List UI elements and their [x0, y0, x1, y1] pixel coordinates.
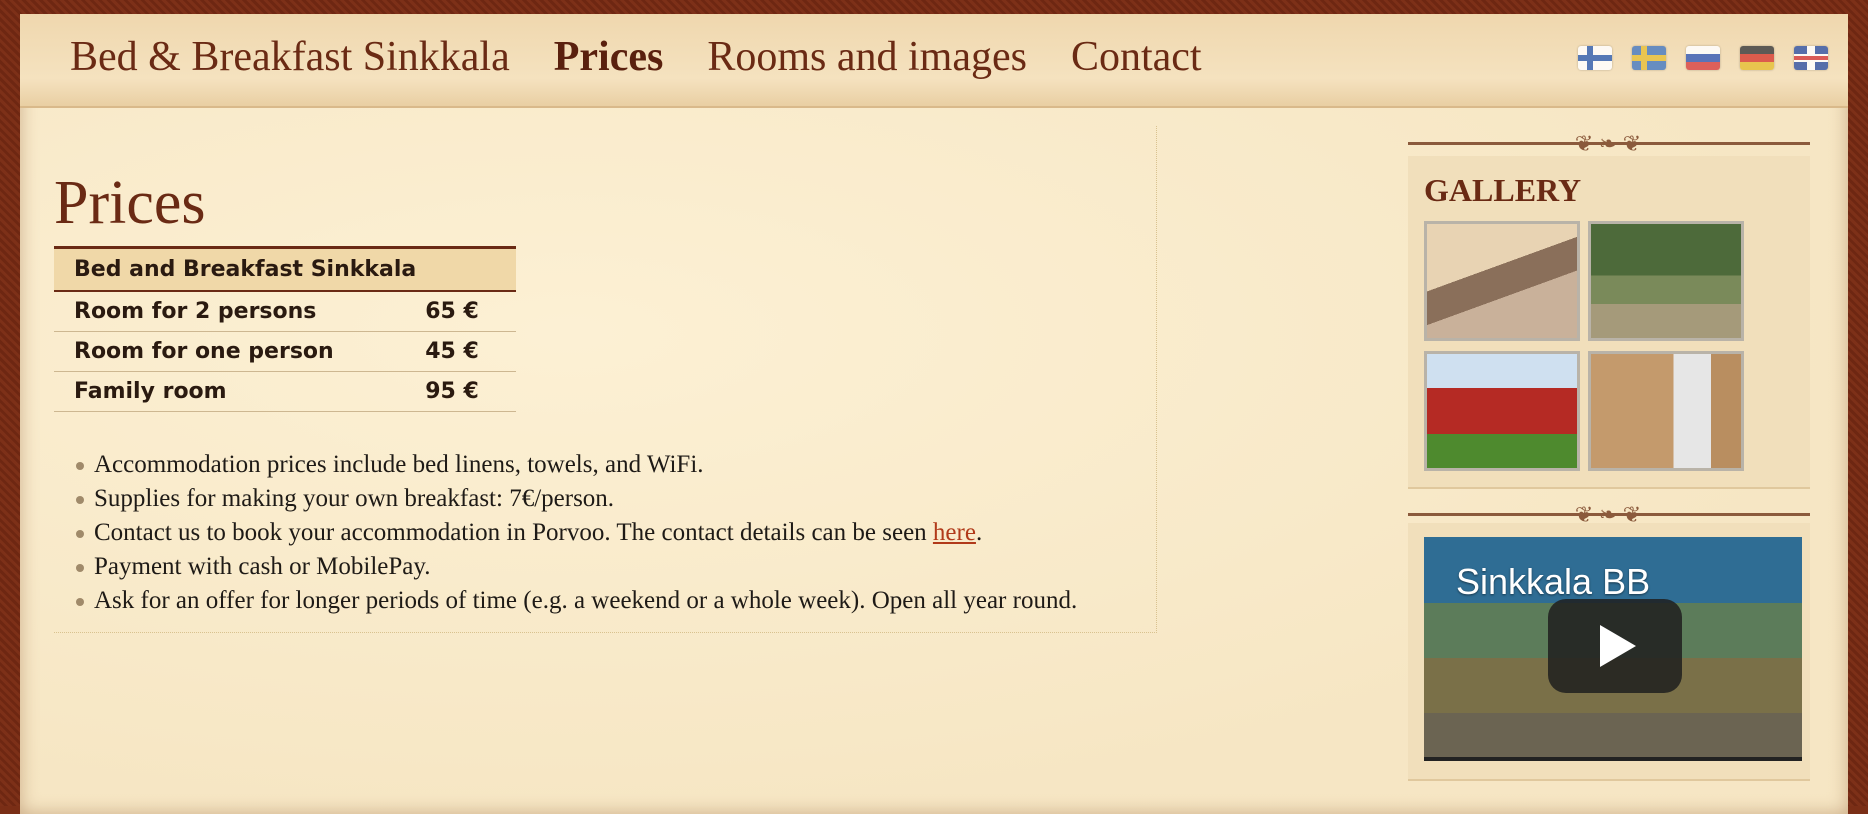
sweden-flag-icon[interactable]: [1632, 46, 1666, 70]
room-price: 45 €: [415, 331, 516, 372]
note-text: Supplies for making your own breakfast: …: [94, 485, 615, 512]
list-item: Payment with cash or MobilePay.: [74, 550, 1077, 584]
gallery-title: GALLERY: [1424, 172, 1582, 208]
main-content: Prices Bed and Breakfast Sinkkala Room f…: [54, 126, 1157, 633]
ornament-divider: ❦ ❧ ❦: [1408, 503, 1810, 527]
list-item: Supplies for making your own breakfast: …: [74, 482, 1077, 516]
nav-item-contact[interactable]: Contact: [1071, 32, 1202, 82]
list-item: Ask for an offer for longer periods of t…: [74, 584, 1077, 618]
contact-link[interactable]: here: [933, 519, 976, 546]
gallery-thumbnail[interactable]: [1588, 351, 1744, 471]
language-switcher: [1578, 46, 1828, 70]
table-row: Room for one person 45 €: [54, 331, 516, 372]
finland-flag-icon[interactable]: [1578, 46, 1612, 70]
room-name: Family room: [54, 371, 416, 412]
price-notes-list: Accommodation prices include bed linens,…: [74, 448, 1077, 618]
price-table-header: Bed and Breakfast Sinkkala: [54, 246, 516, 292]
table-row: Room for 2 persons 65 €: [54, 291, 516, 332]
gallery-widget: GALLERY: [1408, 156, 1810, 489]
list-item: Accommodation prices include bed linens,…: [74, 448, 1077, 482]
table-row: Family room 95 €: [54, 371, 516, 412]
play-icon[interactable]: [1548, 599, 1682, 693]
ornament-divider: ❦ ❧ ❦: [1408, 132, 1810, 156]
gallery-thumbnail[interactable]: [1588, 221, 1744, 341]
main-nav: Bed & Breakfast Sinkkala Prices Rooms an…: [70, 32, 1202, 82]
video-widget: ❦ ❧ ❦ Sinkkala BB: [1408, 503, 1810, 781]
nav-item-rooms[interactable]: Rooms and images: [707, 32, 1027, 82]
note-text: Payment with cash or MobilePay.: [94, 553, 431, 580]
room-name: Room for 2 persons: [54, 291, 416, 332]
gallery-thumbnails: [1424, 221, 1794, 471]
flourish-icon: ❦ ❧ ❦: [1574, 502, 1642, 527]
room-name: Room for one person: [54, 331, 416, 372]
gallery-thumbnail[interactable]: [1424, 351, 1580, 471]
note-suffix: .: [975, 519, 983, 546]
gallery-thumbnail[interactable]: [1424, 221, 1580, 341]
room-price: 65 €: [415, 291, 516, 332]
site-header: Bed & Breakfast Sinkkala Prices Rooms an…: [20, 14, 1848, 108]
video-player[interactable]: Sinkkala BB: [1424, 537, 1802, 761]
note-text: Accommodation prices include bed linens,…: [94, 451, 704, 478]
room-price: 95 €: [415, 371, 516, 412]
nav-item-prices[interactable]: Prices: [554, 32, 664, 82]
note-text: Contact us to book your accommodation in…: [94, 519, 933, 546]
video-title: Sinkkala BB: [1456, 561, 1651, 602]
list-item: Contact us to book your accommodation in…: [74, 516, 1077, 550]
uk-flag-icon[interactable]: [1794, 46, 1828, 70]
russia-flag-icon[interactable]: [1686, 46, 1720, 70]
germany-flag-icon[interactable]: [1740, 46, 1774, 70]
page: Bed & Breakfast Sinkkala Prices Rooms an…: [20, 14, 1848, 814]
note-text: Ask for an offer for longer periods of t…: [94, 587, 1078, 614]
sidebar: ❦ ❧ ❦ GALLERY ❦ ❧ ❦ Sinkkala BB: [1408, 132, 1810, 781]
flourish-icon: ❦ ❧ ❦: [1574, 131, 1642, 156]
page-title: Prices: [54, 169, 206, 237]
nav-item-home[interactable]: Bed & Breakfast Sinkkala: [70, 32, 510, 82]
price-table: Bed and Breakfast Sinkkala Room for 2 pe…: [54, 246, 516, 412]
